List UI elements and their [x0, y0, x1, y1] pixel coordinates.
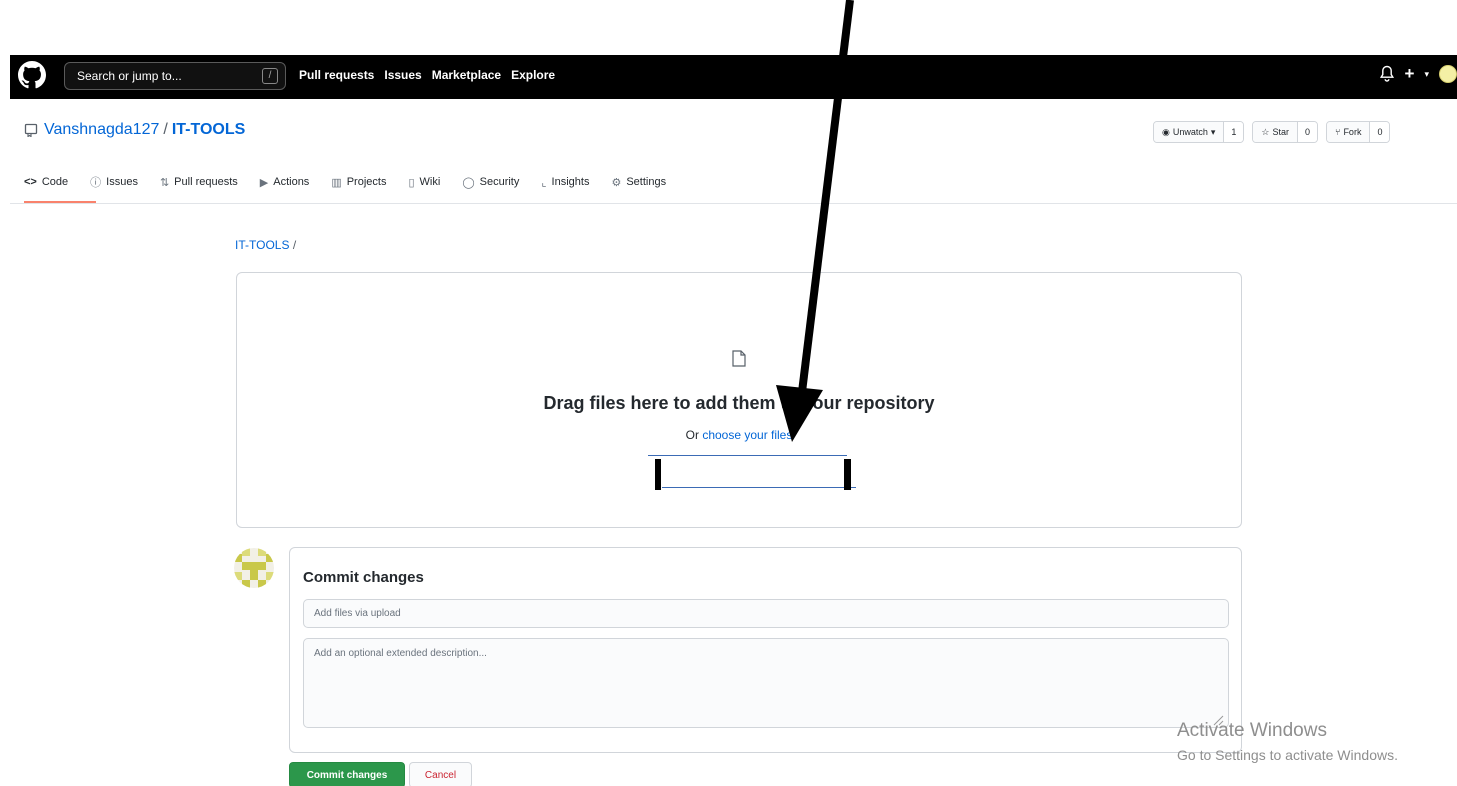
tabs-divider [10, 203, 1457, 204]
star-icon: ☆ [1261, 126, 1270, 137]
tab-label: Settings [626, 176, 667, 188]
watch-button-group: ◉ Unwatch ▾ 1 [1153, 121, 1245, 143]
drop-zone-title: Drag files here to add them to your repo… [543, 393, 935, 413]
tab-settings[interactable]: ⚙ Settings [611, 174, 666, 190]
repo-name-link[interactable]: IT-TOOLS [172, 121, 245, 139]
caret-down-icon: ▾ [1210, 126, 1216, 137]
commit-summary-input[interactable] [303, 599, 1229, 628]
plus-icon[interactable]: + [1405, 65, 1415, 83]
repo-title: Vanshnagda127 / IT-TOOLS [24, 121, 245, 139]
star-count[interactable]: 0 [1298, 122, 1318, 142]
fork-label: Fork [1343, 127, 1362, 137]
file-icon [732, 350, 746, 367]
tab-label: Security [479, 176, 520, 188]
choose-files-link[interactable]: choose your files [702, 428, 792, 442]
issue-icon: ⓘ [90, 177, 102, 189]
fork-count[interactable]: 0 [1370, 122, 1390, 142]
book-icon: ▯ [408, 176, 415, 189]
tab-label: Pull requests [174, 176, 238, 188]
watch-count[interactable]: 1 [1224, 122, 1244, 142]
commit-form: Commit changes [289, 547, 1242, 753]
user-avatar[interactable] [1439, 65, 1457, 83]
commit-form-title: Commit changes [303, 569, 424, 586]
star-button[interactable]: ☆ Star [1253, 122, 1299, 142]
selection-marker-left [655, 459, 661, 490]
unwatch-label: Unwatch [1172, 127, 1208, 137]
watermark-title: Activate Windows [1177, 720, 1327, 741]
code-icon: <> [24, 176, 37, 188]
repo-separator: / [163, 121, 168, 138]
pull-request-icon: ⇅ [159, 176, 170, 189]
tab-label: Insights [551, 176, 590, 188]
search-input[interactable]: Search or jump to... / [64, 62, 286, 90]
nav-pull-requests[interactable]: Pull requests [299, 68, 374, 82]
choose-prefix: Or [685, 428, 703, 442]
search-placeholder: Search or jump to... [77, 69, 182, 83]
tab-label: Projects [346, 176, 387, 188]
tab-label: Actions [273, 176, 310, 188]
eye-icon: ◉ [1162, 126, 1170, 137]
star-label: Star [1272, 127, 1290, 137]
search-shortcut-badge: / [262, 68, 278, 84]
breadcrumb-separator: / [292, 238, 297, 252]
star-button-group: ☆ Star 0 [1252, 121, 1319, 143]
graph-icon: ⌞ [541, 176, 547, 189]
play-icon: ▶ [259, 176, 269, 189]
caret-down-icon[interactable]: ▾ [1424, 69, 1429, 80]
selection-line-bottom [662, 487, 856, 488]
commit-changes-button[interactable]: Commit changes [289, 762, 405, 786]
tab-pull-requests[interactable]: ⇅ Pull requests [160, 174, 238, 190]
fork-icon: ⑂ [1335, 127, 1341, 137]
fork-button-group: ⑂ Fork 0 [1326, 121, 1391, 143]
watermark-subtitle: Go to Settings to activate Windows. [1177, 747, 1398, 763]
header-nav: Pull requests Issues Marketplace Explore [299, 68, 555, 82]
repo-owner-link[interactable]: Vanshnagda127 [44, 121, 159, 139]
tab-insights[interactable]: ⌞ Insights [541, 174, 589, 190]
tab-issues[interactable]: ⓘ Issues [90, 174, 138, 190]
choose-files-line: Or choose your files [237, 428, 1241, 442]
global-header: Search or jump to... / Pull requests Iss… [10, 55, 1457, 99]
shield-icon: ◯ [462, 176, 475, 189]
gear-icon: ⚙ [611, 176, 622, 189]
tab-security[interactable]: ◯ Security [462, 174, 519, 190]
breadcrumb-repo-link[interactable]: IT-TOOLS [235, 238, 289, 252]
header-right: + ▾ [1379, 65, 1457, 83]
tab-projects[interactable]: ▥ Projects [331, 174, 386, 190]
project-icon: ▥ [331, 176, 342, 189]
nav-issues[interactable]: Issues [384, 68, 421, 82]
repo-tabs: <> Code ⓘ Issues ⇅ Pull requests ▶ Actions ▥… [24, 174, 688, 190]
tab-actions[interactable]: ▶ Actions [260, 174, 310, 190]
file-drop-zone[interactable]: Drag files here to add them to your repo… [236, 272, 1242, 528]
bell-icon[interactable] [1379, 65, 1395, 83]
tab-code[interactable]: <> Code [24, 174, 68, 190]
repo-icon [24, 123, 38, 137]
tab-label: Wiki [419, 176, 441, 188]
breadcrumb: IT-TOOLS / [235, 238, 296, 252]
repo-actions: ◉ Unwatch ▾ 1 ☆ Star 0 ⑂ Fork 0 [1153, 121, 1391, 143]
nav-explore[interactable]: Explore [511, 68, 555, 82]
windows-activation-watermark: Activate Windows Go to Settings to activ… [1177, 720, 1398, 763]
fork-button[interactable]: ⑂ Fork [1327, 122, 1371, 142]
commit-description-textarea[interactable] [303, 638, 1229, 728]
tab-label: Code [41, 176, 69, 188]
unwatch-button[interactable]: ◉ Unwatch ▾ [1154, 122, 1225, 142]
selection-marker-right [844, 459, 851, 490]
nav-marketplace[interactable]: Marketplace [432, 68, 501, 82]
selection-line-top [648, 455, 847, 456]
github-logo-icon[interactable] [18, 61, 46, 89]
tab-label: Issues [106, 176, 138, 188]
commit-author-avatar [234, 548, 274, 588]
tab-wiki[interactable]: ▯ Wiki [408, 174, 440, 190]
cancel-button[interactable]: Cancel [409, 762, 472, 786]
